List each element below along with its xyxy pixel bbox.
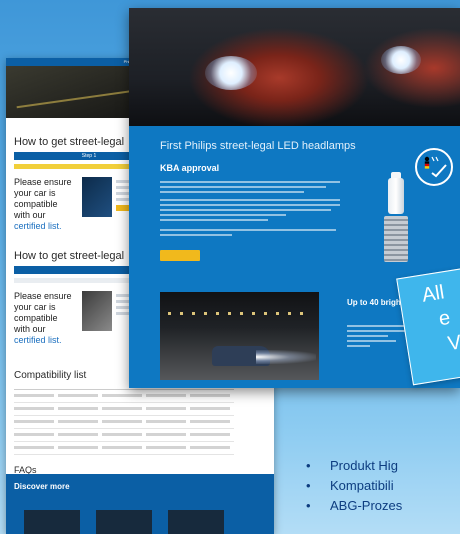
card-text: Please ensure your car is compatible wit…: [14, 291, 72, 334]
step-note: [14, 278, 134, 283]
list-item: Kompatibili: [310, 476, 402, 496]
discover-title: Discover more: [14, 482, 70, 491]
table-row: [14, 442, 234, 455]
list-item: ABG-Prozes: [310, 496, 402, 516]
compatibility-table: [14, 389, 234, 455]
night-road-photo: [160, 292, 319, 380]
german-approval-badge-icon: DE: [415, 148, 453, 186]
car-headlight-hero-image: [129, 8, 460, 126]
discover-more-section: Discover more: [6, 474, 274, 534]
paragraph-block: [347, 322, 405, 350]
learn-more-button[interactable]: [160, 250, 200, 261]
certified-list-link[interactable]: certified list.: [14, 335, 62, 345]
product-thumbnail: [82, 291, 112, 331]
headlight-glow: [381, 46, 421, 74]
table-row: [14, 390, 234, 403]
callout-line: e: [437, 306, 452, 331]
section-title: First Philips street-legal LED headlamps: [160, 140, 356, 152]
paragraph-block: [160, 226, 340, 239]
discover-card-image[interactable]: [168, 510, 224, 534]
table-row: [14, 403, 234, 416]
discover-card-image[interactable]: [96, 510, 152, 534]
paragraph-block: [160, 196, 340, 224]
list-item: Produkt Hig: [310, 456, 402, 476]
feature-bullet-list: Produkt Hig Kompatibili ABG-Prozes: [310, 456, 402, 516]
table-row: [14, 429, 234, 442]
discover-card-image[interactable]: [24, 510, 80, 534]
certified-list-link[interactable]: certified list.: [14, 221, 62, 231]
table-row: [14, 416, 234, 429]
paragraph-block: [160, 178, 340, 196]
card-text: Please ensure your car is compatible wit…: [14, 177, 72, 220]
product-thumbnail: [82, 177, 112, 217]
headlight-glow: [205, 56, 257, 90]
callout-line: All: [420, 281, 446, 307]
callout-line: V: [446, 331, 460, 356]
led-bulb-image: [376, 172, 416, 270]
subheading: KBA approval: [160, 163, 220, 173]
highlight-note: [14, 164, 134, 169]
